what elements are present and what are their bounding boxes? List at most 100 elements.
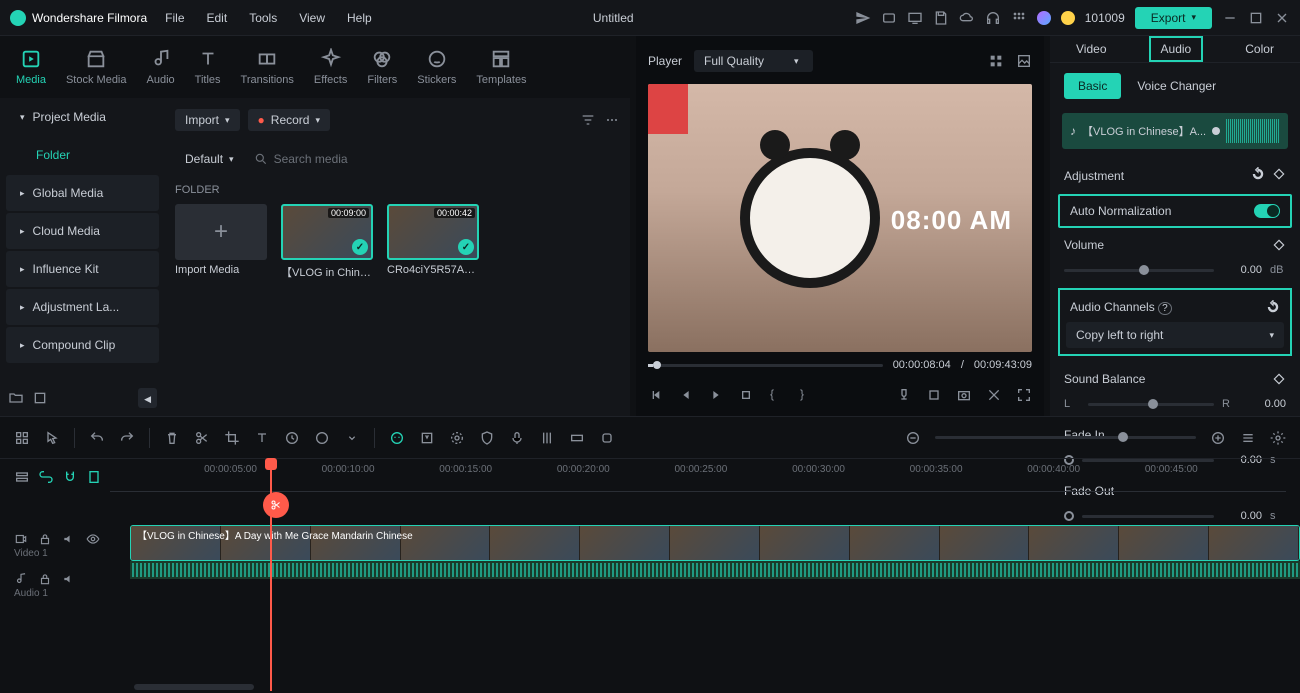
text-icon[interactable]: [254, 430, 270, 446]
media-clip-2[interactable]: 00:00:42✓ CRo4ciY5R57AP...: [387, 204, 479, 280]
export-button[interactable]: Export ▾: [1135, 7, 1212, 29]
subtab-voice-changer[interactable]: Voice Changer: [1137, 79, 1216, 93]
menu-tools[interactable]: Tools: [249, 11, 277, 25]
shield-icon[interactable]: [479, 430, 495, 446]
tab-templates[interactable]: Templates: [474, 44, 528, 90]
volume-value[interactable]: 0.00: [1222, 264, 1262, 276]
snapshot-icon[interactable]: [956, 387, 972, 403]
cloud-icon[interactable]: [959, 10, 975, 26]
sidebar-adjustment-layer[interactable]: ▸Adjustment La...: [6, 289, 159, 325]
headphones-icon[interactable]: [985, 10, 1001, 26]
tab-stock-media[interactable]: Stock Media: [64, 44, 129, 90]
prev-frame-icon[interactable]: [648, 387, 664, 403]
collapse-sidebar-button[interactable]: ◀: [138, 388, 157, 408]
search-input[interactable]: Search media: [254, 152, 620, 166]
credits-icon[interactable]: [1061, 11, 1075, 25]
more-icon[interactable]: [604, 112, 620, 128]
overflow-icon[interactable]: [344, 430, 360, 446]
capture-icon[interactable]: [881, 10, 897, 26]
menu-view[interactable]: View: [299, 11, 325, 25]
sort-dropdown[interactable]: Default▾: [175, 148, 244, 170]
balance-slider[interactable]: [1088, 403, 1214, 406]
new-bin-icon[interactable]: [32, 390, 48, 406]
visibility-icon[interactable]: [86, 532, 100, 546]
delete-icon[interactable]: [164, 430, 180, 446]
minimize-icon[interactable]: [1222, 10, 1238, 26]
audio-track-header[interactable]: Audio 1: [0, 565, 130, 605]
keyframe-tool-icon[interactable]: [569, 430, 585, 446]
audio-waveform-clip[interactable]: [130, 561, 1300, 579]
sidebar-project-media[interactable]: ▾Project Media: [6, 99, 159, 135]
enhance-icon[interactable]: [419, 430, 435, 446]
audio-clip-chip[interactable]: ♪ 【VLOG in Chinese】A...: [1062, 113, 1288, 149]
ai-icon[interactable]: [389, 430, 405, 446]
import-media-tile[interactable]: + Import Media: [175, 204, 267, 280]
time-ruler[interactable]: 00:00:05:00 00:00:10:00 00:00:15:00 00:0…: [110, 462, 1286, 492]
tab-filters[interactable]: Filters: [365, 44, 399, 90]
list-view-icon[interactable]: [1240, 430, 1256, 446]
apps-icon[interactable]: [1011, 10, 1027, 26]
help-icon[interactable]: ?: [1158, 302, 1172, 315]
menu-file[interactable]: File: [165, 11, 184, 25]
inspector-tab-video[interactable]: Video: [1066, 38, 1116, 60]
sidebar-influence-kit[interactable]: ▸Influence Kit: [6, 251, 159, 287]
send-icon[interactable]: [855, 10, 871, 26]
sidebar-cloud-media[interactable]: ▸Cloud Media: [6, 213, 159, 249]
record-dropdown[interactable]: ●Record▾: [248, 109, 330, 131]
mic-icon[interactable]: [509, 430, 525, 446]
reset-icon[interactable]: [1251, 167, 1265, 181]
inspector-tab-audio[interactable]: Audio: [1149, 36, 1204, 62]
mute-icon[interactable]: [62, 572, 76, 586]
auto-normalization-toggle[interactable]: [1254, 204, 1280, 218]
voiceover-icon[interactable]: [896, 387, 912, 403]
color-icon[interactable]: [314, 430, 330, 446]
marker-icon[interactable]: [926, 387, 942, 403]
split-icon[interactable]: [194, 430, 210, 446]
lock-icon[interactable]: [38, 572, 52, 586]
video-track-header[interactable]: Video 1: [0, 525, 130, 565]
video-clip[interactable]: 【VLOG in Chinese】A Day with Me Grace Man…: [130, 525, 1300, 561]
subtab-basic[interactable]: Basic: [1064, 73, 1121, 99]
quality-dropdown[interactable]: Full Quality▾: [694, 50, 813, 72]
magnet-icon[interactable]: [62, 469, 78, 485]
tab-transitions[interactable]: Transitions: [239, 44, 296, 90]
new-folder-icon[interactable]: [8, 390, 24, 406]
redo-icon[interactable]: [119, 430, 135, 446]
tab-media[interactable]: Media: [14, 44, 48, 90]
zoom-in-icon[interactable]: [1210, 430, 1226, 446]
fullscreen-icon[interactable]: [1016, 387, 1032, 403]
tab-stickers[interactable]: Stickers: [415, 44, 458, 90]
screen-icon[interactable]: [907, 10, 923, 26]
mute-icon[interactable]: [62, 532, 76, 546]
tab-titles[interactable]: Titles: [193, 44, 223, 90]
balance-value[interactable]: 0.00: [1246, 398, 1286, 410]
reset-icon[interactable]: [1266, 300, 1280, 314]
mixer-icon[interactable]: [539, 430, 555, 446]
lock-icon[interactable]: [38, 532, 52, 546]
play-icon[interactable]: [708, 387, 724, 403]
mark-in-icon[interactable]: {: [770, 387, 786, 403]
pointer-icon[interactable]: [44, 430, 60, 446]
keyframe-icon[interactable]: [1272, 167, 1286, 181]
media-clip-1[interactable]: 00:09:00✓ 【VLOG in Chine...: [281, 204, 373, 280]
tab-audio[interactable]: Audio: [145, 44, 177, 90]
undo-icon[interactable]: [89, 430, 105, 446]
volume-slider[interactable]: [1064, 269, 1214, 272]
audio-channels-select[interactable]: Copy left to right▾: [1066, 322, 1284, 348]
save-icon[interactable]: [933, 10, 949, 26]
sidebar-global-media[interactable]: ▸Global Media: [6, 175, 159, 211]
mark-out-icon[interactable]: }: [800, 387, 816, 403]
close-icon[interactable]: [1274, 10, 1290, 26]
marker-tool-icon[interactable]: [599, 430, 615, 446]
avatar-icon[interactable]: [1037, 11, 1051, 25]
menu-help[interactable]: Help: [347, 11, 372, 25]
timeline-scrollbar[interactable]: [134, 684, 254, 690]
play-reverse-icon[interactable]: [678, 387, 694, 403]
preview-canvas[interactable]: 08:00 AM: [648, 84, 1032, 352]
inspector-tab-color[interactable]: Color: [1235, 38, 1284, 60]
auto-ripple-icon[interactable]: [86, 469, 102, 485]
speed-icon[interactable]: [284, 430, 300, 446]
filter-icon[interactable]: [580, 112, 596, 128]
link-icon[interactable]: [38, 469, 54, 485]
track-add-icon[interactable]: [14, 469, 30, 485]
